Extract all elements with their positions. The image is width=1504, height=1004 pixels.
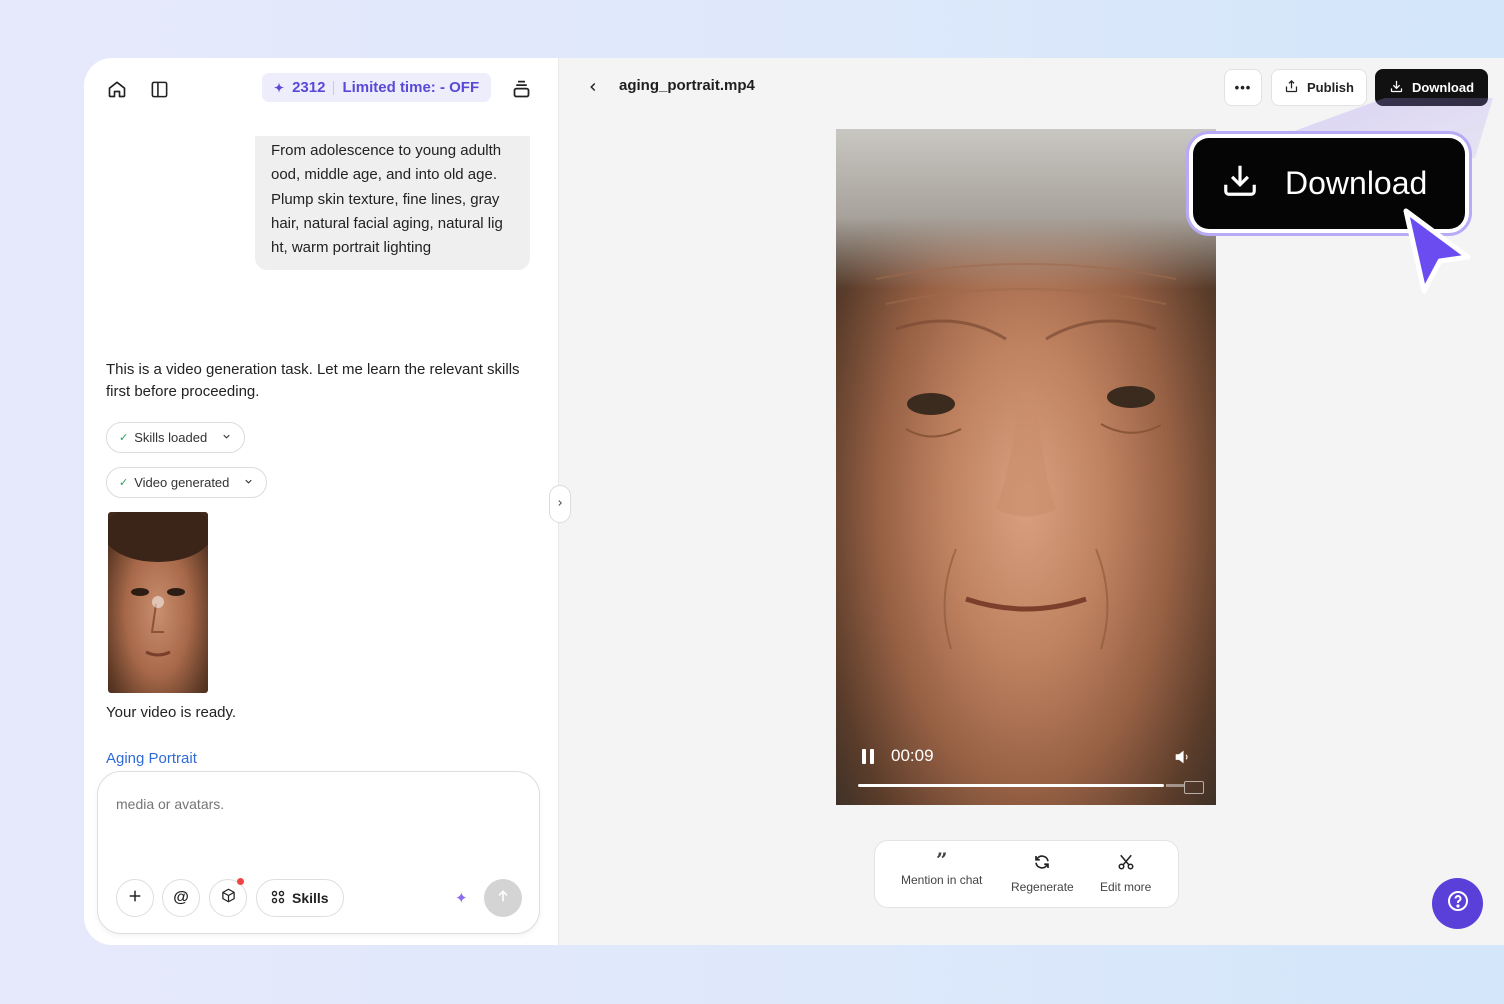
enhance-sparkle-icon[interactable]: ✦ bbox=[455, 889, 468, 907]
cube-icon bbox=[221, 888, 236, 908]
skills-loaded-chip[interactable]: ✓ Skills loaded bbox=[106, 422, 246, 453]
mention-button[interactable]: @ bbox=[162, 879, 200, 917]
aging-portrait-link[interactable]: Aging Portrait bbox=[106, 750, 197, 767]
video-progress-track[interactable] bbox=[1166, 784, 1184, 787]
refresh-icon bbox=[1033, 853, 1051, 874]
chip-label: Video generated bbox=[134, 475, 230, 490]
chat-composer: @ Skills ✦ bbox=[97, 771, 540, 934]
callout-label: Download bbox=[1285, 165, 1428, 201]
panel-collapse-handle[interactable] bbox=[549, 485, 571, 523]
volume-icon[interactable] bbox=[1174, 748, 1192, 771]
grid-icon bbox=[271, 890, 285, 907]
action-label: Edit more bbox=[1100, 880, 1152, 894]
home-icon[interactable] bbox=[104, 76, 130, 102]
skills-button[interactable]: Skills bbox=[256, 879, 344, 917]
user-message-bubble: From adolescence to young adulth ood, mi… bbox=[255, 136, 530, 270]
credits-count: 2312 bbox=[292, 79, 326, 96]
help-button[interactable] bbox=[1432, 878, 1483, 929]
chevron-left-icon bbox=[586, 80, 600, 99]
ready-message: Your video is ready. bbox=[106, 704, 237, 721]
assistant-message: This is a video generation task. Let me … bbox=[106, 361, 520, 400]
divider bbox=[333, 80, 335, 95]
chevron-down-icon bbox=[243, 475, 254, 490]
video-timestamp: 00:09 bbox=[891, 746, 934, 765]
download-icon bbox=[1221, 161, 1259, 207]
cursor-pointer-icon bbox=[1398, 205, 1474, 302]
publish-label: Publish bbox=[1307, 80, 1354, 95]
publish-button[interactable]: Publish bbox=[1271, 69, 1367, 106]
history-stack-icon[interactable] bbox=[508, 76, 534, 102]
question-icon bbox=[1446, 889, 1470, 918]
back-button[interactable] bbox=[582, 78, 604, 100]
pause-button[interactable] bbox=[862, 749, 874, 764]
arrow-up-icon bbox=[495, 888, 511, 909]
at-icon: @ bbox=[173, 889, 189, 906]
credits-badge[interactable]: ✦ 2312 Limited time: - OFF bbox=[262, 73, 492, 102]
edit-more-button[interactable]: Edit more bbox=[1100, 853, 1151, 894]
chevron-down-icon bbox=[221, 430, 232, 445]
video-thumbnail[interactable] bbox=[108, 512, 208, 693]
download-icon bbox=[1389, 79, 1404, 97]
check-icon: ✓ bbox=[119, 432, 129, 444]
video-progress-bar[interactable] bbox=[858, 784, 1164, 787]
notification-dot bbox=[237, 878, 244, 885]
prompt-input[interactable] bbox=[116, 796, 516, 812]
scissors-icon bbox=[1117, 853, 1135, 874]
regenerate-button[interactable]: Regenerate bbox=[1011, 853, 1074, 894]
plus-icon bbox=[127, 888, 143, 909]
chevron-right-icon bbox=[555, 495, 565, 513]
sidebar-toggle-icon[interactable] bbox=[146, 76, 172, 102]
skills-label: Skills bbox=[292, 890, 329, 906]
video-action-bar: ” Mention in chat Regenerate Edit more bbox=[874, 840, 1179, 908]
file-name: aging_portrait.mp4 bbox=[619, 77, 755, 94]
chip-label: Skills loaded bbox=[134, 430, 208, 445]
action-label: Mention in chat bbox=[901, 873, 983, 887]
ellipsis-icon: ••• bbox=[1234, 80, 1252, 95]
send-button[interactable] bbox=[484, 879, 522, 917]
add-button[interactable] bbox=[116, 879, 154, 917]
chat-panel: ✦ 2312 Limited time: - OFF From adolesce… bbox=[84, 58, 559, 945]
video-player[interactable]: 00:09 bbox=[836, 129, 1216, 805]
promo-text: Limited time: - OFF bbox=[342, 79, 480, 96]
share-icon bbox=[1284, 79, 1299, 97]
sparkle-icon: ✦ bbox=[274, 80, 285, 95]
check-icon: ✓ bbox=[119, 477, 129, 489]
model-button[interactable] bbox=[209, 878, 247, 917]
mention-in-chat-button[interactable]: ” Mention in chat bbox=[901, 848, 983, 887]
quote-icon: ” bbox=[935, 848, 948, 872]
download-label: Download bbox=[1411, 80, 1475, 95]
action-label: Regenerate bbox=[1011, 880, 1074, 894]
video-frame-face bbox=[875, 263, 1177, 650]
captions-icon[interactable] bbox=[1184, 781, 1204, 794]
more-options-button[interactable]: ••• bbox=[1224, 69, 1262, 106]
video-generated-chip[interactable]: ✓ Video generated bbox=[106, 467, 268, 498]
